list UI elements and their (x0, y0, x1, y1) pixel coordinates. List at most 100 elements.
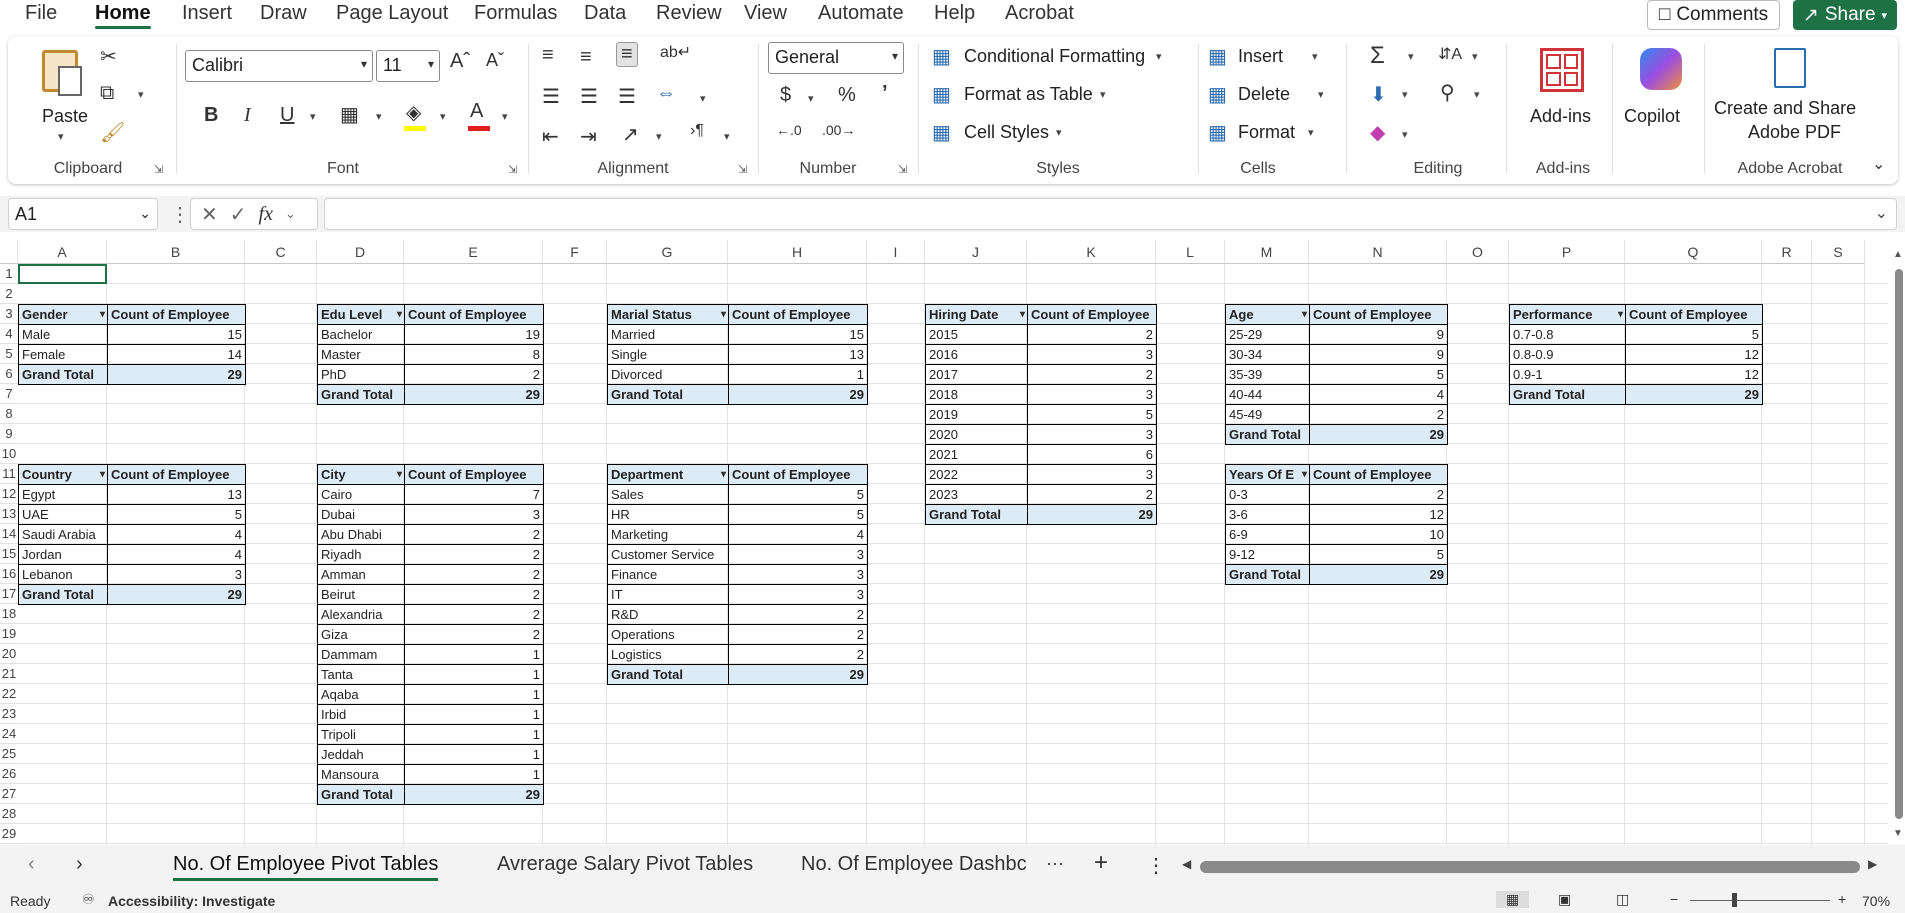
dialog-launcher-icon[interactable]: ⇲ (738, 163, 747, 176)
column-header-l[interactable]: L (1156, 240, 1225, 264)
align-left-icon[interactable]: ☰ (542, 84, 560, 109)
pivot-grand-total-label[interactable]: Grand Total (607, 664, 729, 685)
tab-page-layout[interactable]: Page Layout (336, 2, 448, 25)
pivot-row-label[interactable]: Riyadh (317, 544, 405, 565)
tab-acrobat[interactable]: Acrobat (1005, 2, 1074, 25)
pivot-row-value[interactable]: 3 (728, 564, 868, 585)
font-name-combo[interactable]: Calibri ▾ (185, 50, 373, 82)
chevron-down-icon[interactable]: ▾ (724, 130, 730, 143)
row-header-27[interactable]: 27 (0, 784, 18, 804)
pivot-grand-total-value[interactable]: 29 (107, 584, 246, 605)
pivot-grand-total-value[interactable]: 29 (404, 784, 544, 805)
pivot-row-label[interactable]: Married (607, 324, 729, 345)
chevron-down-icon[interactable]: ▾ (1408, 50, 1414, 63)
pivot-row-value[interactable]: 2 (1027, 484, 1157, 505)
cell-styles-button[interactable]: ▦ Cell Styles ▾ (932, 120, 1062, 145)
sheet-tab-average-salary[interactable]: Avrerage Salary Pivot Tables (497, 853, 753, 876)
pivot-header-value[interactable]: Count of Employee (728, 304, 868, 325)
expand-formula-bar-icon[interactable]: ⌄ (1875, 203, 1888, 223)
pivot-grand-total-value[interactable]: 29 (404, 384, 544, 405)
pivot-row-label[interactable]: 25-29 (1225, 324, 1310, 345)
zoom-in-icon[interactable]: + (1838, 891, 1846, 907)
pivot-row-label[interactable]: 2017 (925, 364, 1028, 385)
pivot-row-value[interactable]: 2 (404, 364, 544, 385)
pivot-row-value[interactable]: 5 (1309, 544, 1448, 565)
copilot-button[interactable]: Copilot (1620, 44, 1700, 154)
column-header-h[interactable]: H (728, 240, 867, 264)
vertical-scroll-thumb[interactable] (1895, 269, 1903, 819)
column-header-n[interactable]: N (1309, 240, 1447, 264)
pivot-row-value[interactable]: 2 (404, 604, 544, 625)
page-layout-view-icon[interactable]: ▣ (1558, 891, 1571, 908)
row-header-4[interactable]: 4 (0, 324, 18, 344)
pivot-row-label[interactable]: Master (317, 344, 405, 365)
insert-function-icon[interactable]: fx (259, 203, 273, 226)
cancel-icon[interactable]: ✕ (201, 202, 218, 227)
pivot-row-value[interactable]: 10 (1309, 524, 1448, 545)
row-header-9[interactable]: 9 (0, 424, 18, 444)
decrease-indent-icon[interactable]: ⇤ (542, 124, 559, 149)
pivot-row-label[interactable]: IT (607, 584, 729, 605)
pivot-header-label[interactable]: Performance ▾ (1509, 304, 1626, 325)
pivot-row-label[interactable]: 30-34 (1225, 344, 1310, 365)
filter-dropdown-icon[interactable]: ▾ (1618, 305, 1623, 324)
pivot-row-label[interactable]: Tanta (317, 664, 405, 685)
pivot-row-value[interactable]: 2 (728, 604, 868, 625)
pivot-row-value[interactable]: 4 (1309, 384, 1448, 405)
pivot-row-label[interactable]: 0.9-1 (1509, 364, 1626, 385)
delete-cells-button[interactable]: ▦ Delete ▾ (1208, 82, 1324, 107)
row-header-15[interactable]: 15 (0, 544, 18, 564)
filter-dropdown-icon[interactable]: ▾ (397, 305, 402, 324)
horizontal-scroll-thumb[interactable] (1200, 861, 1860, 873)
increase-font-size-icon[interactable]: Aˆ (450, 50, 470, 73)
column-header-j[interactable]: J (925, 240, 1027, 264)
italic-icon[interactable]: I (244, 104, 251, 127)
chevron-down-icon[interactable]: ▾ (310, 110, 316, 123)
row-header-13[interactable]: 13 (0, 504, 18, 524)
pivot-grand-total-label[interactable]: Grand Total (18, 584, 108, 605)
pivot-row-value[interactable]: 6 (1027, 444, 1157, 465)
pivot-row-value[interactable]: 1 (404, 764, 544, 785)
accessibility-status[interactable]: Accessibility: Investigate (108, 893, 275, 909)
cut-icon[interactable]: ✂ (100, 44, 117, 69)
increase-indent-icon[interactable]: ⇥ (580, 124, 597, 149)
pivot-header-label[interactable]: Country ▾ (18, 464, 108, 485)
underline-icon[interactable]: U (280, 104, 294, 127)
row-header-6[interactable]: 6 (0, 364, 18, 384)
pivot-grand-total-label[interactable]: Grand Total (607, 384, 729, 405)
row-header-3[interactable]: 3 (0, 304, 18, 324)
column-header-f[interactable]: F (543, 240, 607, 264)
row-header-28[interactable]: 28 (0, 804, 18, 824)
format-painter-icon[interactable]: 🖌 (100, 120, 125, 145)
chevron-down-icon[interactable]: ▾ (440, 110, 446, 123)
row-header-7[interactable]: 7 (0, 384, 18, 404)
tab-insert[interactable]: Insert (182, 2, 232, 25)
pivot-row-value[interactable]: 9 (1309, 344, 1448, 365)
pivot-row-value[interactable]: 1 (404, 744, 544, 765)
pivot-row-label[interactable]: 2022 (925, 464, 1028, 485)
scroll-down-icon[interactable]: ▼ (1893, 828, 1903, 839)
pivot-row-label[interactable]: 0.7-0.8 (1509, 324, 1626, 345)
row-header-17[interactable]: 17 (0, 584, 18, 604)
clear-icon[interactable]: ◆ (1370, 120, 1385, 145)
pivot-row-value[interactable]: 13 (728, 344, 868, 365)
font-color-icon[interactable]: A (470, 100, 483, 123)
filter-dropdown-icon[interactable]: ▾ (721, 465, 726, 484)
pivot-grand-total-label[interactable]: Grand Total (18, 364, 108, 385)
column-header-o[interactable]: O (1447, 240, 1509, 264)
pivot-row-value[interactable]: 4 (107, 544, 246, 565)
formula-input[interactable]: ⌄ (324, 198, 1897, 230)
spreadsheet-grid[interactable]: ABCDEFGHIJKLMNOPQRS 1 2 3 4 5 6 7 8 9 10 11 12 13 14 1… (0, 240, 1905, 845)
pivot-row-label[interactable]: Divorced (607, 364, 729, 385)
row-header-1[interactable]: 1 (0, 264, 18, 284)
pivot-row-label[interactable]: Mansoura (317, 764, 405, 785)
row-header-10[interactable]: 10 (0, 444, 18, 464)
pivot-grand-total-value[interactable]: 29 (1027, 504, 1157, 525)
pivot-header-value[interactable]: Count of Employee (107, 464, 246, 485)
more-sheets-icon[interactable]: ··· (1046, 853, 1064, 874)
decrease-font-size-icon[interactable]: Aˇ (486, 50, 504, 71)
column-header-k[interactable]: K (1027, 240, 1156, 264)
chevron-down-icon[interactable]: ▾ (700, 92, 706, 105)
percent-icon[interactable]: % (838, 84, 856, 107)
pivot-header-label[interactable]: Edu Level ▾ (317, 304, 405, 325)
